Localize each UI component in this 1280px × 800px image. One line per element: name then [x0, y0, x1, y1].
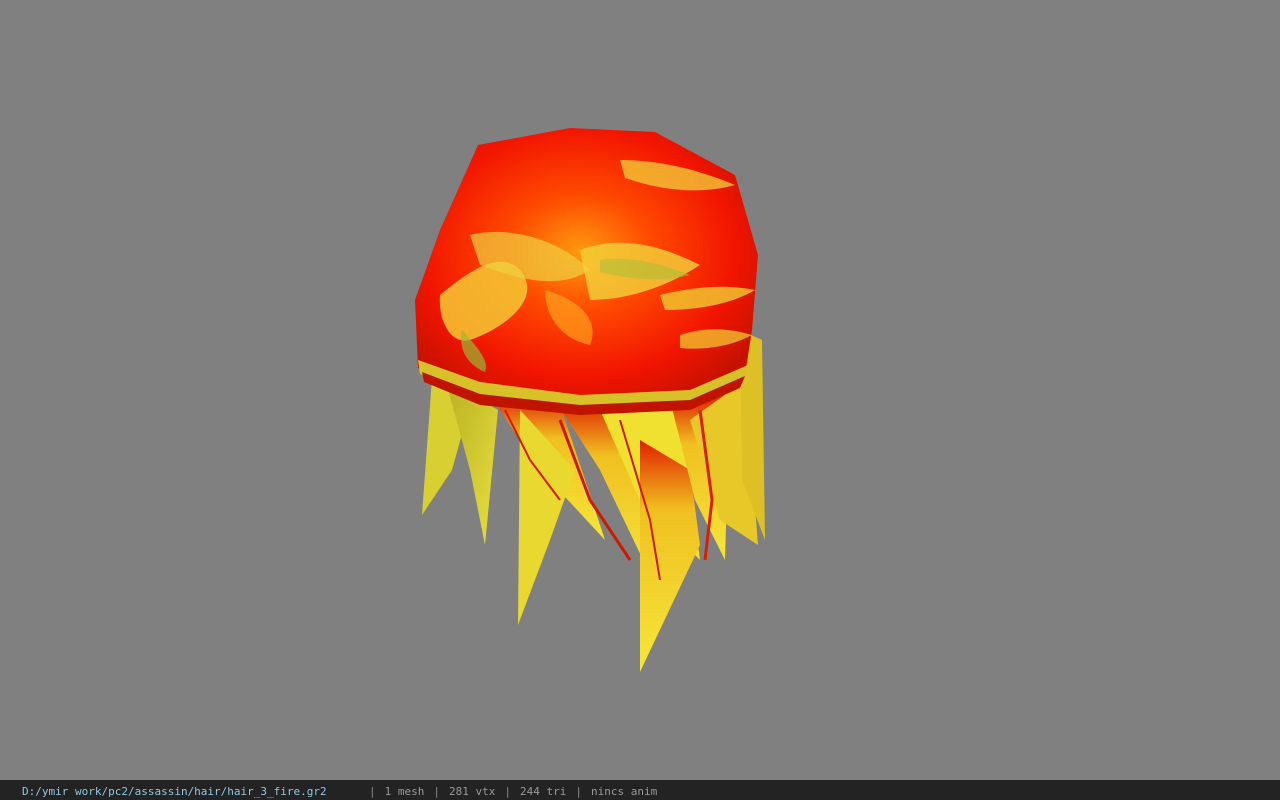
file-path: D:/ymir work/pc2/assassin/hair/hair_3_fi… — [22, 785, 327, 798]
separator: | — [369, 785, 376, 798]
3d-viewport[interactable] — [0, 0, 1280, 780]
hair-cap — [415, 128, 758, 415]
triangle-count: 244 tri — [519, 785, 567, 798]
vertex-count: 281 vtx — [449, 785, 496, 798]
model-stats: | 1 mesh | 281 vtx | 244 tri | nincs anim — [360, 780, 657, 800]
animation-status: nincs anim — [590, 785, 658, 798]
separator: | — [504, 785, 511, 798]
hair-model-render[interactable] — [0, 0, 1280, 780]
separator: | — [433, 785, 440, 798]
separator: | — [575, 785, 582, 798]
mesh-count: 1 mesh — [384, 785, 425, 798]
status-bar: D:/ymir work/pc2/assassin/hair/hair_3_fi… — [0, 780, 1280, 800]
